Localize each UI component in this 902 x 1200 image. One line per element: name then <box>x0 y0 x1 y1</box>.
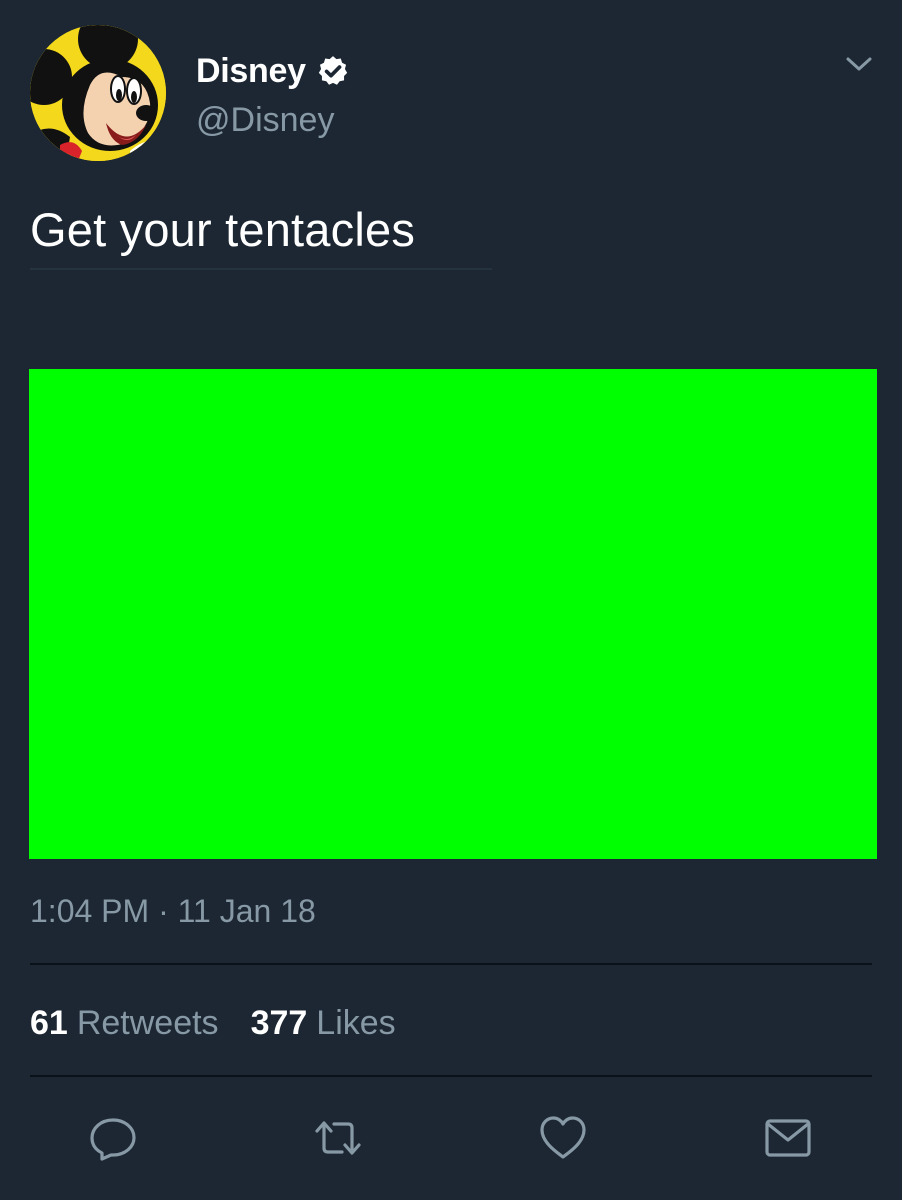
like-heart-icon <box>540 1116 586 1159</box>
name-row: Disney <box>196 50 350 92</box>
divider <box>30 1075 872 1077</box>
likes-stat[interactable]: 377 Likes <box>251 1004 396 1043</box>
tweet-text: Get your tentacles <box>30 203 416 256</box>
retweet-icon <box>315 1121 361 1155</box>
likes-label: Likes <box>316 1004 396 1042</box>
divider <box>30 963 872 965</box>
mickey-mouse-avatar-icon <box>30 25 166 161</box>
tweet-timestamp[interactable]: 1:04 PM · 11 Jan 18 <box>30 893 316 930</box>
reply-button[interactable] <box>87 1112 139 1164</box>
direct-message-icon <box>765 1119 811 1157</box>
reply-icon <box>90 1118 136 1161</box>
retweets-count: 61 <box>30 1004 68 1042</box>
text-underline-divider <box>30 268 492 270</box>
tweet-stats: 61 Retweets 377 Likes <box>30 1004 396 1043</box>
like-button[interactable] <box>537 1112 589 1164</box>
tweet-card: Disney @Disney Get your tentacles 1:04 P… <box>0 0 902 1200</box>
chevron-down-icon[interactable] <box>842 50 876 78</box>
verified-badge-icon <box>316 54 350 88</box>
direct-message-button[interactable] <box>762 1112 814 1164</box>
retweets-stat[interactable]: 61 Retweets <box>30 1004 219 1043</box>
user-handle[interactable]: @Disney <box>196 101 334 140</box>
tweet-actions-bar <box>0 1112 902 1164</box>
tweet-media-image[interactable] <box>29 369 877 859</box>
retweets-label: Retweets <box>76 1004 219 1042</box>
likes-count: 377 <box>250 1004 308 1042</box>
retweet-button[interactable] <box>312 1112 364 1164</box>
display-name[interactable]: Disney <box>196 52 306 91</box>
avatar[interactable] <box>30 25 166 161</box>
